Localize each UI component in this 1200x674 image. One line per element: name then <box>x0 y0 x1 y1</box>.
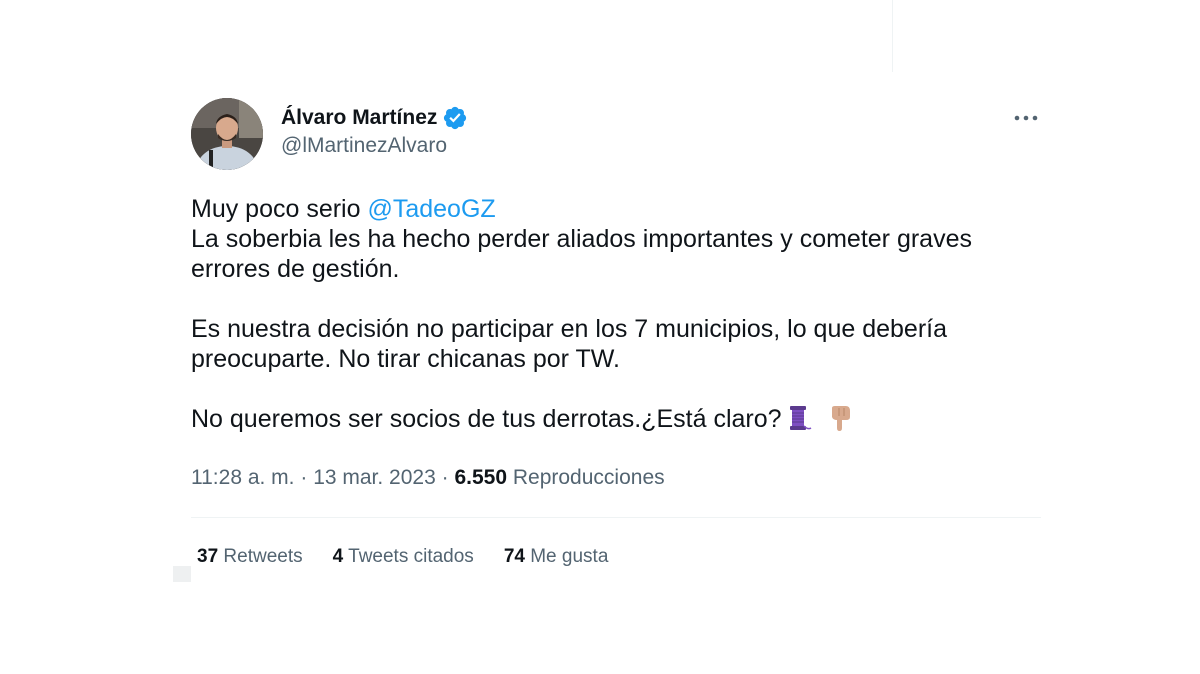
tweet-text: Muy poco serio @TadeoGZ La soberbia les … <box>191 194 1041 439</box>
more-options-button[interactable] <box>1011 106 1041 130</box>
pointing-down-hand-icon <box>826 404 854 439</box>
placeholder-square <box>173 566 191 582</box>
tweet-card: Álvaro Martínez @lMartinezAlvaro Muy poc… <box>191 98 1041 571</box>
likes-count: 74 <box>503 546 525 567</box>
retweets-label: Retweets <box>223 546 303 567</box>
verified-badge-icon <box>442 105 468 131</box>
ellipsis-icon <box>1014 115 1038 121</box>
page: Álvaro Martínez @lMartinezAlvaro Muy poc… <box>0 0 1200 674</box>
avatar[interactable] <box>191 98 263 170</box>
quotes-label: Tweets citados <box>348 546 474 567</box>
retweets-stat[interactable]: 37 Retweets <box>197 543 303 571</box>
author-names: Álvaro Martínez @lMartinezAlvaro <box>281 104 468 158</box>
quotes-count: 4 <box>332 546 344 567</box>
divider <box>191 517 1041 518</box>
author-handle[interactable]: @lMartinezAlvaro <box>281 134 468 158</box>
meta-separator: · <box>435 466 455 489</box>
tweet-line: Muy poco serio @TadeoGZ <box>191 194 1041 224</box>
views-label: Reproducciones <box>512 466 665 489</box>
column-divider <box>892 0 893 72</box>
tweet-line-text: Muy poco serio <box>191 195 368 223</box>
tweet-line: La soberbia les ha hecho perder aliados … <box>191 225 972 253</box>
likes-stat[interactable]: 74 Me gusta <box>504 543 609 571</box>
tweet-header: Álvaro Martínez @lMartinezAlvaro <box>191 98 1041 172</box>
quotes-stat[interactable]: 4 Tweets citados <box>333 543 474 571</box>
tweet-line: errores de gestión. <box>191 255 400 283</box>
tweet-time[interactable]: 11:28 a. m. <box>191 466 295 489</box>
meta-separator: · <box>294 466 314 489</box>
tweet-line: No queremos ser socios de tus derrotas.¿… <box>191 404 1041 439</box>
retweets-count: 37 <box>197 546 219 567</box>
views-count: 6.550 <box>454 466 508 489</box>
display-name[interactable]: Álvaro Martínez <box>281 106 437 130</box>
tweet-stats: 37 Retweets 4 Tweets citados 74 Me gusta <box>197 543 1041 571</box>
spool-of-thread-icon <box>784 404 812 439</box>
tweet-meta: 11:28 a. m. · 13 mar. 2023 · 6.550 Repro… <box>191 463 1041 493</box>
display-name-row: Álvaro Martínez <box>281 104 468 132</box>
tweet-line: preocuparte. No tirar chicanas por TW. <box>191 345 620 373</box>
likes-label: Me gusta <box>530 546 609 567</box>
tweet-line-text: No queremos ser socios de tus derrotas.¿… <box>191 405 782 433</box>
tweet-date[interactable]: 13 mar. 2023 <box>313 466 436 489</box>
tweet-line: Es nuestra decisión no participar en los… <box>191 315 947 343</box>
mention-link[interactable]: @TadeoGZ <box>367 195 495 223</box>
